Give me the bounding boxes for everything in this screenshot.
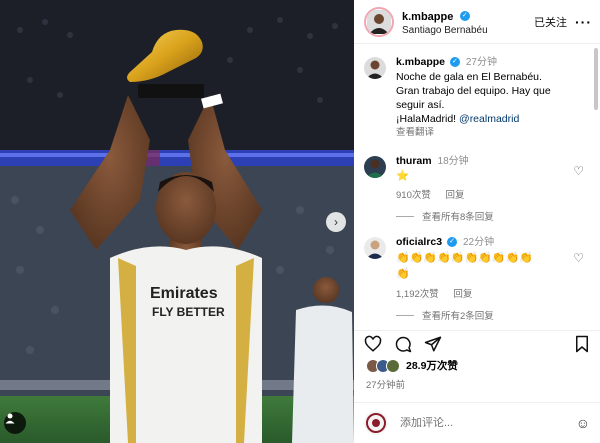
bookmark-icon[interactable]: [574, 335, 590, 353]
verified-icon: ✓: [447, 237, 458, 248]
club-crest-icon: [364, 411, 388, 435]
comment-text: ⭐: [396, 170, 410, 182]
caption-line-3: seguir así.: [396, 99, 445, 111]
following-button[interactable]: 已关注: [534, 14, 567, 30]
comment-time: 18分钟: [437, 156, 469, 167]
verified-icon: ✓: [449, 57, 460, 68]
comments-scrollbar[interactable]: [594, 48, 598, 110]
caption-line-4: ¡HalaMadrid! @realmadrid: [396, 112, 590, 126]
current-user-avatar: [364, 411, 388, 435]
comment-body: thuram 18分钟 ⭐ 910次赞 回复: [396, 154, 590, 203]
person-icon: [5, 413, 15, 424]
view-replies-link[interactable]: 查看所有2条回复: [396, 308, 600, 322]
mention-link[interactable]: @realmadrid: [459, 113, 519, 125]
comment-time: 22分钟: [462, 237, 495, 248]
caption-time: 27分钟: [465, 57, 497, 68]
avatar-image: [364, 156, 386, 178]
comment-likes[interactable]: 1,192次赞: [396, 289, 439, 300]
action-bar: [354, 330, 600, 356]
post-location[interactable]: Santiago Bernabéu: [402, 25, 534, 37]
caption-author[interactable]: k.mbappe: [396, 56, 445, 68]
comment-likes[interactable]: 910次赞: [396, 190, 431, 201]
svg-text:Emirates: Emirates: [150, 285, 218, 302]
caption-avatar[interactable]: [364, 57, 386, 79]
caption: k.mbappe ✓ 27分钟 Noche de gala en El Bern…: [354, 55, 600, 140]
view-replies-link[interactable]: 查看所有8条回复: [396, 209, 600, 223]
comment-like-icon[interactable]: ♡: [573, 251, 584, 265]
avatar-image: [367, 9, 391, 34]
emoji-icon[interactable]: ☺: [576, 415, 590, 431]
avatar-image: [364, 237, 386, 259]
comment-meta: 910次赞 回复: [396, 189, 590, 203]
comment-like-icon[interactable]: ♡: [573, 164, 584, 178]
post-header: k.mbappe ✓ Santiago Bernabéu 已关注 ···: [354, 0, 600, 44]
see-translation-link[interactable]: 查看翻译: [396, 126, 590, 140]
reply-divider: [396, 215, 414, 217]
comment-author[interactable]: thuram: [396, 155, 432, 167]
comments-list[interactable]: k.mbappe ✓ 27分钟 Noche de gala en El Bern…: [354, 45, 600, 325]
caption-body: k.mbappe ✓ 27分钟 Noche de gala en El Bern…: [396, 55, 590, 140]
avatar-image: [364, 57, 386, 79]
author-username[interactable]: k.mbappe: [402, 11, 453, 23]
post-photo: Emirates FLY BETTER ›: [0, 0, 354, 443]
reply-button[interactable]: 回复: [446, 190, 465, 201]
liker-avatars: [366, 358, 400, 373]
likes-summary[interactable]: 28.9万次赞: [366, 358, 458, 373]
comment-composer: ☺: [354, 402, 600, 443]
more-dots-icon[interactable]: ···: [575, 14, 592, 30]
caption-line-2: Gran trabajo del equipo. Hay que: [396, 85, 551, 97]
comment-bubble-icon[interactable]: [394, 335, 412, 353]
caption-hashtag: ¡HalaMadrid!: [396, 113, 457, 125]
view-replies-label: 查看所有8条回复: [422, 212, 494, 223]
comment-author[interactable]: oficialrc3: [396, 236, 442, 248]
next-photo-button[interactable]: ›: [326, 212, 346, 232]
post-detail-panel: k.mbappe ✓ Santiago Bernabéu 已关注 ··· k.m…: [354, 0, 600, 443]
post-header-text: k.mbappe ✓ Santiago Bernabéu: [402, 6, 534, 37]
commenter-avatar[interactable]: [364, 156, 386, 178]
comment: oficialrc3 ✓ 22分钟 👏👏👏👏👏👏👏👏👏👏👏 1,192次赞 回复…: [354, 235, 600, 302]
liker-avatar: [386, 358, 400, 373]
author-avatar[interactable]: [364, 6, 394, 37]
comment-body: oficialrc3 ✓ 22分钟 👏👏👏👏👏👏👏👏👏👏👏 1,192次赞 回复: [396, 235, 590, 302]
like-heart-icon[interactable]: [364, 335, 382, 353]
comment-meta: 1,192次赞 回复: [396, 288, 590, 302]
post-timestamp[interactable]: 27分钟前: [366, 377, 405, 391]
verified-icon: ✓: [459, 10, 470, 21]
reply-button[interactable]: 回复: [453, 289, 472, 300]
user-tag-button[interactable]: [4, 412, 26, 434]
commenter-avatar[interactable]: [364, 237, 386, 259]
likes-count[interactable]: 28.9万次赞: [406, 358, 458, 373]
svg-text:FLY BETTER: FLY BETTER: [152, 305, 225, 319]
share-paper-plane-icon[interactable]: [424, 335, 442, 353]
comment-text: 👏👏👏👏👏👏👏👏👏👏👏: [396, 252, 533, 280]
photo-illustration: Emirates FLY BETTER: [0, 0, 354, 443]
comment-input[interactable]: [400, 417, 576, 429]
view-replies-label: 查看所有2条回复: [422, 311, 494, 322]
caption-line-1: Noche de gala en El Bernabéu.: [396, 71, 542, 83]
comment: thuram 18分钟 ⭐ 910次赞 回复 ♡: [354, 154, 600, 203]
reply-divider: [396, 314, 414, 316]
